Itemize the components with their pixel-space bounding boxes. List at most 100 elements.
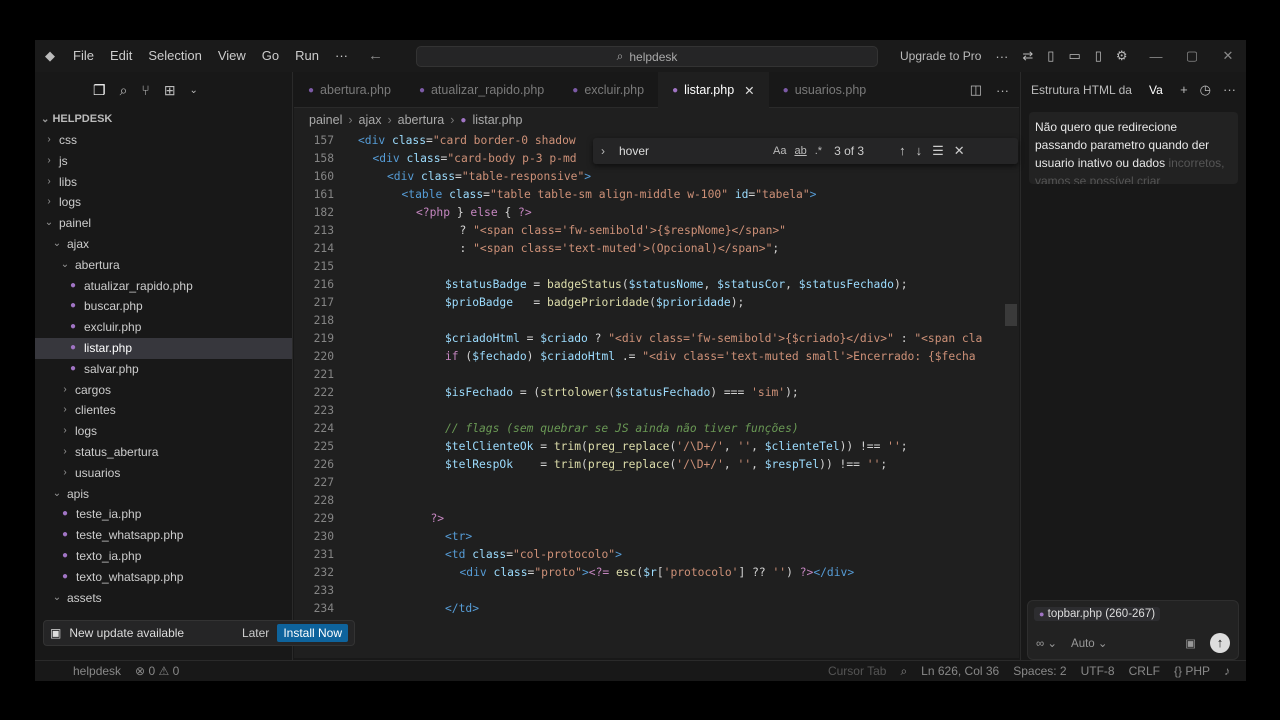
file-item[interactable]: ● excluir.php <box>35 317 292 338</box>
menu-file[interactable]: File <box>65 40 102 72</box>
folder-item[interactable]: ⌄ assets <box>35 588 292 609</box>
agent-mode-infinity-icon[interactable]: ∞ ⌄ <box>1036 636 1057 650</box>
line-ending[interactable]: CRLF <box>1129 664 1160 679</box>
close-window-icon[interactable]: ✕ <box>1210 48 1246 64</box>
file-item[interactable]: ● listar.php <box>35 337 292 359</box>
tab-listar[interactable]: ● listar.php ✕ <box>658 72 769 108</box>
new-chat-plus-icon[interactable]: + <box>1180 82 1188 98</box>
folder-item[interactable]: ⌄ abertura <box>35 255 292 276</box>
file-item[interactable]: ● texto_ia.php <box>35 546 292 567</box>
source-control-icon[interactable]: ⑂ <box>141 82 149 98</box>
file-item[interactable]: ● teste_ia.php <box>35 504 292 525</box>
tree-item-label: salvar.php <box>84 361 139 376</box>
match-whole-word-toggle[interactable]: ab <box>794 145 806 157</box>
explorer-files-icon[interactable]: ❐ <box>93 82 106 99</box>
sync-icon[interactable]: ⇄ <box>1015 48 1040 64</box>
model-selector[interactable]: Auto ⌄ <box>1071 636 1108 650</box>
indentation[interactable]: Spaces: 2 <box>1013 664 1066 679</box>
previous-match-arrow-icon[interactable]: ↑ <box>899 143 906 159</box>
workspace-indicator[interactable]: helpdesk <box>73 664 121 678</box>
toggle-replace-chevron-icon[interactable]: › <box>593 144 613 158</box>
maximize-icon[interactable]: ▢ <box>1174 48 1210 64</box>
folder-item[interactable]: › status_abertura <box>35 442 292 463</box>
minimize-icon[interactable]: — <box>1138 49 1174 64</box>
folder-item[interactable]: › usuarios <box>35 463 292 484</box>
folder-item[interactable]: ⌄ apis <box>35 484 292 505</box>
chevron-down-icon[interactable]: ⌄ <box>190 85 198 96</box>
cursor-position[interactable]: Ln 626, Col 36 <box>921 664 999 679</box>
breadcrumb-item[interactable]: listar.php <box>472 113 522 127</box>
chat-tab-title[interactable]: Estrutura HTML da <box>1031 83 1141 97</box>
toggle-panel-icon[interactable]: ▭ <box>1061 48 1087 64</box>
breadcrumb-item[interactable]: ajax <box>359 113 382 127</box>
extensions-icon[interactable]: ⊞ <box>164 82 176 99</box>
menu-view[interactable]: View <box>210 40 254 72</box>
menu-edit[interactable]: Edit <box>102 40 140 72</box>
notifications-bell-icon[interactable]: ♪ <box>1224 664 1230 679</box>
tab-usuarios[interactable]: ● usuarios.php <box>769 72 881 108</box>
close-tab-icon[interactable]: ✕ <box>744 83 754 98</box>
file-item[interactable]: ● teste_whatsapp.php <box>35 525 292 546</box>
file-item[interactable]: ● atualizar_rapido.php <box>35 276 292 297</box>
settings-gear-icon[interactable]: ⚙ <box>1109 48 1135 64</box>
folder-item[interactable]: › cargos <box>35 380 292 401</box>
file-item[interactable]: ● texto_whatsapp.php <box>35 567 292 588</box>
cursor-tab-indicator[interactable]: Cursor Tab <box>828 664 886 679</box>
search-view-icon[interactable]: ⌕ <box>120 82 128 99</box>
command-search[interactable]: ⌕ helpdesk <box>416 46 878 67</box>
breadcrumb-item[interactable]: painel <box>309 113 342 127</box>
menu-selection[interactable]: Selection <box>140 40 209 72</box>
problems-indicator[interactable]: ⊗ 0 ⚠ 0 <box>135 664 179 678</box>
folder-item[interactable]: › clientes <box>35 400 292 421</box>
find-in-selection-icon[interactable]: ☰ <box>932 143 944 159</box>
chat-tab-active[interactable]: Va <box>1149 83 1163 97</box>
folder-item[interactable]: › js <box>35 151 292 172</box>
folder-item[interactable]: › logs <box>35 192 292 213</box>
user-message[interactable]: Não quero que redirecione passando param… <box>1029 112 1238 184</box>
next-match-arrow-icon[interactable]: ↓ <box>916 143 923 159</box>
send-arrow-icon[interactable]: ↑ <box>1210 633 1230 653</box>
folder-item[interactable]: › css <box>35 130 292 151</box>
toggle-sidebar-icon[interactable]: ▯ <box>1040 48 1061 64</box>
find-input[interactable]: hover <box>613 140 763 162</box>
breadcrumb-item[interactable]: abertura <box>398 113 445 127</box>
match-case-toggle[interactable]: Aa <box>773 145 786 157</box>
history-clock-icon[interactable]: ◷ <box>1200 82 1211 98</box>
line-number: 227 <box>313 476 334 489</box>
tab-atualizar-rapido[interactable]: ● atualizar_rapido.php <box>405 72 558 108</box>
menu-run[interactable]: Run <box>287 40 327 72</box>
code-line: 215 <box>294 258 1019 276</box>
scrollbar-thumb[interactable] <box>1005 304 1017 326</box>
tab-abertura[interactable]: ● abertura.php <box>294 72 405 108</box>
context-file-chip[interactable]: ● topbar.php (260-267) <box>1034 607 1161 621</box>
explorer-root-title[interactable]: ⌄ HELPDESK <box>35 108 292 130</box>
close-find-icon[interactable]: ✕ <box>954 143 965 159</box>
more-icon[interactable]: ··· <box>988 49 1015 64</box>
image-attach-icon[interactable]: ▣ <box>1185 636 1196 650</box>
upgrade-button[interactable]: Upgrade to Pro <box>893 49 988 63</box>
chat-input-box[interactable]: ● topbar.php (260-267) ∞ ⌄ Auto ⌄ ▣ ↑ <box>1027 600 1239 660</box>
install-now-button[interactable]: Install Now <box>277 624 348 642</box>
tab-excluir[interactable]: ● excluir.php <box>558 72 658 108</box>
menu-more[interactable]: ··· <box>327 40 356 72</box>
use-regex-toggle[interactable]: .* <box>815 145 822 157</box>
split-editor-icon[interactable]: ◫ <box>970 82 982 98</box>
encoding[interactable]: UTF-8 <box>1081 664 1115 679</box>
zoom-search-icon[interactable]: ⌕ <box>900 664 907 679</box>
menu-go[interactable]: Go <box>254 40 287 72</box>
language-mode[interactable]: {} PHP <box>1174 664 1210 679</box>
tab-label: abertura.php <box>320 83 391 97</box>
file-item[interactable]: ● salvar.php <box>35 359 292 380</box>
back-arrow-icon[interactable]: ← <box>368 40 383 72</box>
later-button[interactable]: Later <box>234 626 277 640</box>
folder-item[interactable]: ⌄ painel <box>35 213 292 234</box>
folder-item[interactable]: › libs <box>35 172 292 193</box>
file-item[interactable]: ● buscar.php <box>35 296 292 317</box>
more-options-icon[interactable]: ··· <box>1223 82 1236 98</box>
language-label: PHP <box>1185 663 1210 678</box>
toggle-secondary-sidebar-icon[interactable]: ▯ <box>1088 48 1109 64</box>
more-actions-icon[interactable]: ··· <box>996 83 1009 98</box>
folder-item[interactable]: › logs <box>35 421 292 442</box>
code-editor[interactable]: 157 <div class="card border-0 shadow 158 <d… <box>294 132 1019 658</box>
folder-item[interactable]: ⌄ ajax <box>35 234 292 255</box>
